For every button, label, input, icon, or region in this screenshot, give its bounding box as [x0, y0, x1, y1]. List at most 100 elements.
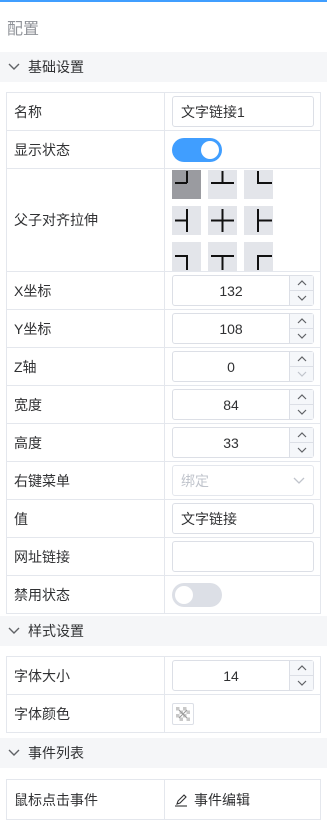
row-visible: 显示状态: [6, 130, 321, 169]
z-increase-button[interactable]: [290, 352, 313, 367]
url-label: 网址链接: [6, 537, 165, 576]
height-decrease-button[interactable]: [290, 443, 313, 457]
switch-knob: [175, 585, 193, 604]
row-font-color: 字体颜色: [6, 694, 321, 733]
align-middle-right-icon: [257, 209, 272, 232]
align-grid: [172, 170, 313, 271]
row-context-menu: 右键菜单 绑定: [6, 461, 321, 500]
align-bottom-center-icon: [211, 255, 234, 270]
align-top-right-button[interactable]: [244, 170, 273, 199]
chevron-down-icon: [297, 447, 306, 453]
font-color-label: 字体颜色: [6, 694, 165, 733]
context-menu-label: 右键菜单: [6, 461, 165, 500]
chevron-down-icon: [297, 680, 306, 686]
align-bottom-center-button[interactable]: [208, 242, 237, 271]
row-z: Z轴 0: [6, 347, 321, 386]
z-stepper[interactable]: 0: [172, 351, 314, 382]
section-events-header[interactable]: 事件列表: [0, 738, 327, 768]
font-color-picker[interactable]: [172, 702, 194, 725]
height-stepper[interactable]: 33: [172, 427, 314, 458]
y-value[interactable]: 108: [173, 314, 289, 343]
url-input[interactable]: [172, 541, 314, 572]
top-accent-line: [0, 0, 327, 2]
y-decrease-button[interactable]: [290, 329, 313, 343]
chevron-down-icon: [293, 477, 305, 484]
name-label: 名称: [6, 92, 165, 131]
row-value: 值 文字链接: [6, 499, 321, 538]
disabled-label: 禁用状态: [6, 575, 165, 614]
row-height: 高度 33: [6, 423, 321, 462]
align-top-left-button[interactable]: [172, 170, 201, 199]
align-bottom-left-button[interactable]: [172, 242, 201, 271]
font-size-stepper[interactable]: 14: [172, 660, 314, 691]
width-increase-button[interactable]: [290, 390, 313, 405]
width-decrease-button[interactable]: [290, 405, 313, 419]
x-decrease-button[interactable]: [290, 291, 313, 305]
chevron-down-icon: [0, 749, 28, 757]
align-middle-center-icon: [211, 209, 234, 232]
y-increase-button[interactable]: [290, 314, 313, 329]
z-label: Z轴: [6, 347, 165, 386]
row-y: Y坐标 108: [6, 309, 321, 348]
height-value[interactable]: 33: [173, 428, 289, 457]
align-middle-right-button[interactable]: [244, 206, 273, 235]
events-table: 鼠标点击事件 事件编辑: [6, 779, 321, 820]
chevron-up-icon: [297, 665, 306, 671]
value-input[interactable]: 文字链接: [172, 503, 314, 534]
x-increase-button[interactable]: [290, 276, 313, 291]
y-stepper[interactable]: 108: [172, 313, 314, 344]
click-event-label: 鼠标点击事件: [6, 779, 165, 820]
align-middle-left-button[interactable]: [172, 206, 201, 235]
chevron-down-icon: [297, 371, 306, 377]
section-title: 样式设置: [28, 623, 84, 639]
align-top-center-button[interactable]: [208, 170, 237, 199]
visible-switch[interactable]: [172, 137, 222, 162]
align-middle-left-icon: [175, 209, 188, 232]
basic-settings-table: 名称 文字链接1 显示状态 父子对齐拉伸 X坐标 132 Y坐标 108 Z轴 …: [6, 92, 321, 614]
width-stepper[interactable]: 84: [172, 389, 314, 420]
disabled-switch[interactable]: [172, 582, 222, 607]
font-size-increase-button[interactable]: [290, 661, 313, 676]
chevron-up-icon: [297, 356, 306, 362]
switch-knob: [201, 140, 219, 159]
align-bottom-right-icon: [257, 255, 272, 270]
chevron-down-icon: [297, 333, 306, 339]
context-menu-placeholder: 绑定: [181, 472, 209, 489]
width-label: 宽度: [6, 385, 165, 424]
context-menu-select[interactable]: 绑定: [172, 465, 314, 496]
font-size-label: 字体大小: [6, 656, 165, 695]
name-input[interactable]: 文字链接1: [172, 96, 314, 127]
z-decrease-button[interactable]: [290, 367, 313, 381]
align-bottom-left-icon: [175, 255, 188, 270]
section-style-header[interactable]: 样式设置: [0, 616, 327, 646]
row-width: 宽度 84: [6, 385, 321, 424]
style-settings-table: 字体大小 14 字体颜色: [6, 656, 321, 733]
height-label: 高度: [6, 423, 165, 462]
edit-event-label: 事件编辑: [194, 791, 250, 808]
chevron-up-icon: [297, 280, 306, 286]
align-middle-center-button[interactable]: [208, 206, 237, 235]
row-x: X坐标 132: [6, 271, 321, 310]
font-size-value[interactable]: 14: [173, 661, 289, 690]
edit-event-button[interactable]: 事件编辑: [172, 790, 313, 810]
row-click-event: 鼠标点击事件 事件编辑: [6, 779, 321, 820]
row-url: 网址链接: [6, 537, 321, 576]
chevron-up-icon: [297, 318, 306, 324]
align-label: 父子对齐拉伸: [6, 168, 165, 272]
chevron-up-icon: [297, 432, 306, 438]
x-value[interactable]: 132: [173, 276, 289, 305]
z-value[interactable]: 0: [173, 352, 289, 381]
section-basic-header[interactable]: 基础设置: [0, 52, 327, 82]
row-disabled: 禁用状态: [6, 575, 321, 614]
chevron-up-icon: [297, 394, 306, 400]
width-value[interactable]: 84: [173, 390, 289, 419]
transparent-checker-icon: [176, 706, 190, 721]
height-increase-button[interactable]: [290, 428, 313, 443]
row-name: 名称 文字链接1: [6, 92, 321, 131]
y-label: Y坐标: [6, 309, 165, 348]
font-size-decrease-button[interactable]: [290, 676, 313, 690]
visible-label: 显示状态: [6, 130, 165, 169]
section-title: 事件列表: [28, 745, 84, 761]
align-bottom-right-button[interactable]: [244, 242, 273, 271]
x-stepper[interactable]: 132: [172, 275, 314, 306]
